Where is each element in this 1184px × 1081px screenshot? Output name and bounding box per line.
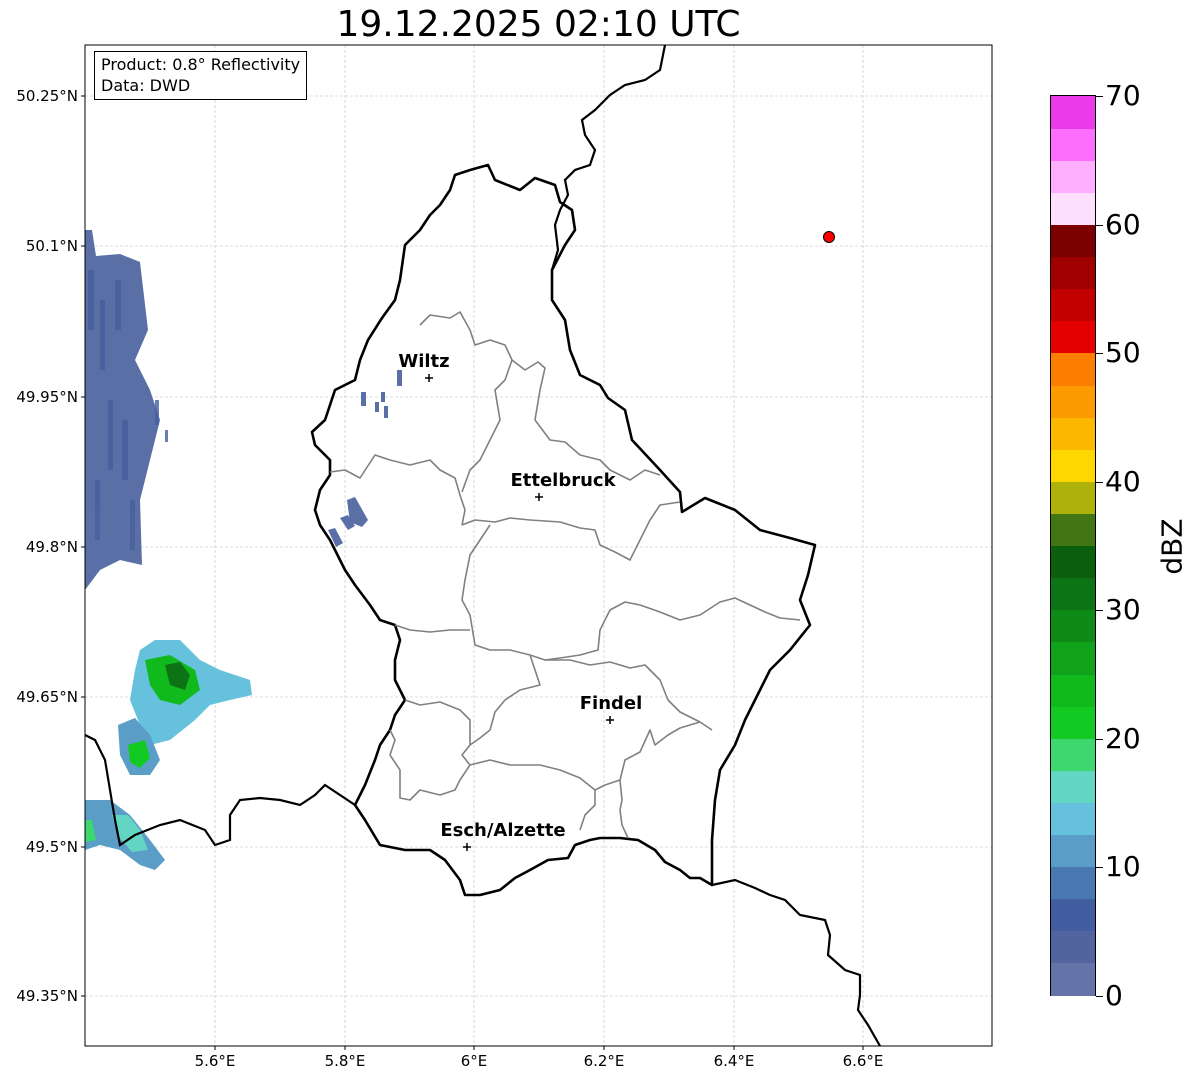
city-label-ettelbruck: Ettelbruck <box>510 470 616 491</box>
lat-label: 49.5°N <box>25 838 78 856</box>
colorbar-segment <box>1051 577 1095 611</box>
colorbar-segment <box>1051 224 1095 258</box>
colorbar-segment <box>1051 417 1095 450</box>
lat-label: 49.35°N <box>16 987 78 1005</box>
lat-label: 49.95°N <box>16 388 78 406</box>
border-de-north <box>550 44 667 271</box>
lat-label: 50.25°N <box>16 87 78 105</box>
lat-label: 50.1°N <box>25 237 78 255</box>
colorbar-segment <box>1051 641 1095 675</box>
lon-label: 6.4°E <box>713 1052 755 1070</box>
colorbar-segment <box>1051 481 1095 514</box>
border-de-south <box>711 878 881 1047</box>
colorbar-segment <box>1051 802 1095 836</box>
colorbar-segment <box>1051 866 1095 900</box>
colorbar <box>1050 95 1096 996</box>
map-frame <box>84 44 993 1047</box>
colorbar-segment <box>1051 352 1095 386</box>
lon-label: 5.6°E <box>194 1052 236 1070</box>
radar-echoes-wiltz <box>328 370 402 547</box>
colorbar-tick-label: 50 <box>1105 336 1141 370</box>
colorbar-tick <box>1096 96 1103 97</box>
colorbar-tick <box>1096 481 1103 483</box>
city-label-esch-alzette: Esch/Alzette <box>440 820 566 841</box>
radar-site-marker <box>823 231 835 243</box>
colorbar-segment <box>1051 256 1095 290</box>
city-label-findel: Findel <box>579 693 643 714</box>
colorbar-segment <box>1051 738 1095 771</box>
colorbar-segment <box>1051 320 1095 354</box>
lat-label: 49.8°N <box>25 538 78 556</box>
colorbar-tick <box>1096 610 1103 612</box>
colorbar-segment <box>1051 384 1095 418</box>
colorbar-segment <box>1051 128 1095 161</box>
colorbar-tick <box>1096 224 1103 226</box>
colorbar-segment <box>1051 834 1095 868</box>
lon-label: 6°E <box>460 1052 488 1070</box>
colorbar-segment <box>1051 898 1095 932</box>
lon-label: 5.8°E <box>324 1052 366 1070</box>
map-gridlines <box>85 45 992 1046</box>
radar-map <box>81 44 993 1050</box>
colorbar-segment <box>1051 706 1095 739</box>
colorbar-segment <box>1051 673 1095 707</box>
colorbar-segment <box>1051 96 1095 129</box>
country-border <box>310 163 817 897</box>
product-label: Product: 0.8° Reflectivity <box>101 55 301 74</box>
city-markers <box>425 374 614 851</box>
colorbar-tick <box>1096 738 1103 740</box>
colorbar-tick <box>1096 867 1103 869</box>
radar-echoes-southwest <box>85 640 252 870</box>
colorbar-tick <box>1096 996 1103 997</box>
colorbar-segment <box>1051 770 1095 803</box>
colorbar-segment <box>1051 288 1095 322</box>
colorbar-tick-label: 40 <box>1105 464 1141 498</box>
colorbar-tick-label: 0 <box>1105 979 1123 1012</box>
colorbar-tick-label: 70 <box>1105 79 1141 112</box>
colorbar-segment <box>1051 192 1095 226</box>
data-source-label: Data: DWD <box>101 76 191 95</box>
colorbar-segment <box>1051 449 1095 482</box>
colorbar-tick <box>1096 353 1103 355</box>
lon-label: 6.2°E <box>583 1052 625 1070</box>
canton-boundaries <box>329 311 801 839</box>
colorbar-tick-label: 20 <box>1105 721 1141 755</box>
colorbar-segment <box>1051 930 1095 964</box>
colorbar-tick-label: 10 <box>1105 850 1141 884</box>
colorbar-unit-label: dBZ <box>1155 518 1184 575</box>
city-label-wiltz: Wiltz <box>398 351 450 372</box>
colorbar-segment <box>1051 160 1095 193</box>
lon-label: 6.6°E <box>842 1052 884 1070</box>
lat-label: 49.65°N <box>16 688 78 706</box>
colorbar-segment <box>1051 962 1095 996</box>
colorbar-tick-label: 60 <box>1105 207 1141 241</box>
colorbar-segment <box>1051 513 1095 547</box>
product-info-box: Product: 0.8° Reflectivity Data: DWD <box>94 51 308 100</box>
colorbar-segment <box>1051 609 1095 643</box>
axis-ticks <box>81 95 864 1050</box>
colorbar-segment <box>1051 545 1095 579</box>
colorbar-tick-label: 30 <box>1105 593 1141 627</box>
